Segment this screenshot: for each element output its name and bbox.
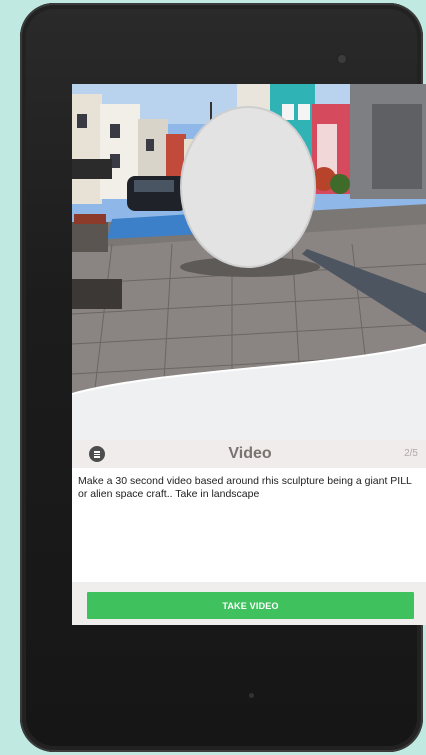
home-indicator	[249, 693, 254, 698]
task-photo	[72, 84, 426, 440]
task-description: Make a 30 second video based around rhis…	[78, 475, 412, 500]
task-progress: 2/5	[404, 448, 418, 459]
front-camera	[338, 55, 346, 63]
task-footer: TAKE VIDEO	[72, 582, 426, 625]
task-title: Video	[228, 445, 272, 462]
app-screen: Video 2/5 Make a 30 second video based a…	[72, 84, 426, 625]
task-header: Video 2/5	[72, 440, 426, 468]
take-video-button[interactable]: TAKE VIDEO	[87, 592, 414, 619]
tablet-device: Video 2/5 Make a 30 second video based a…	[20, 3, 426, 752]
